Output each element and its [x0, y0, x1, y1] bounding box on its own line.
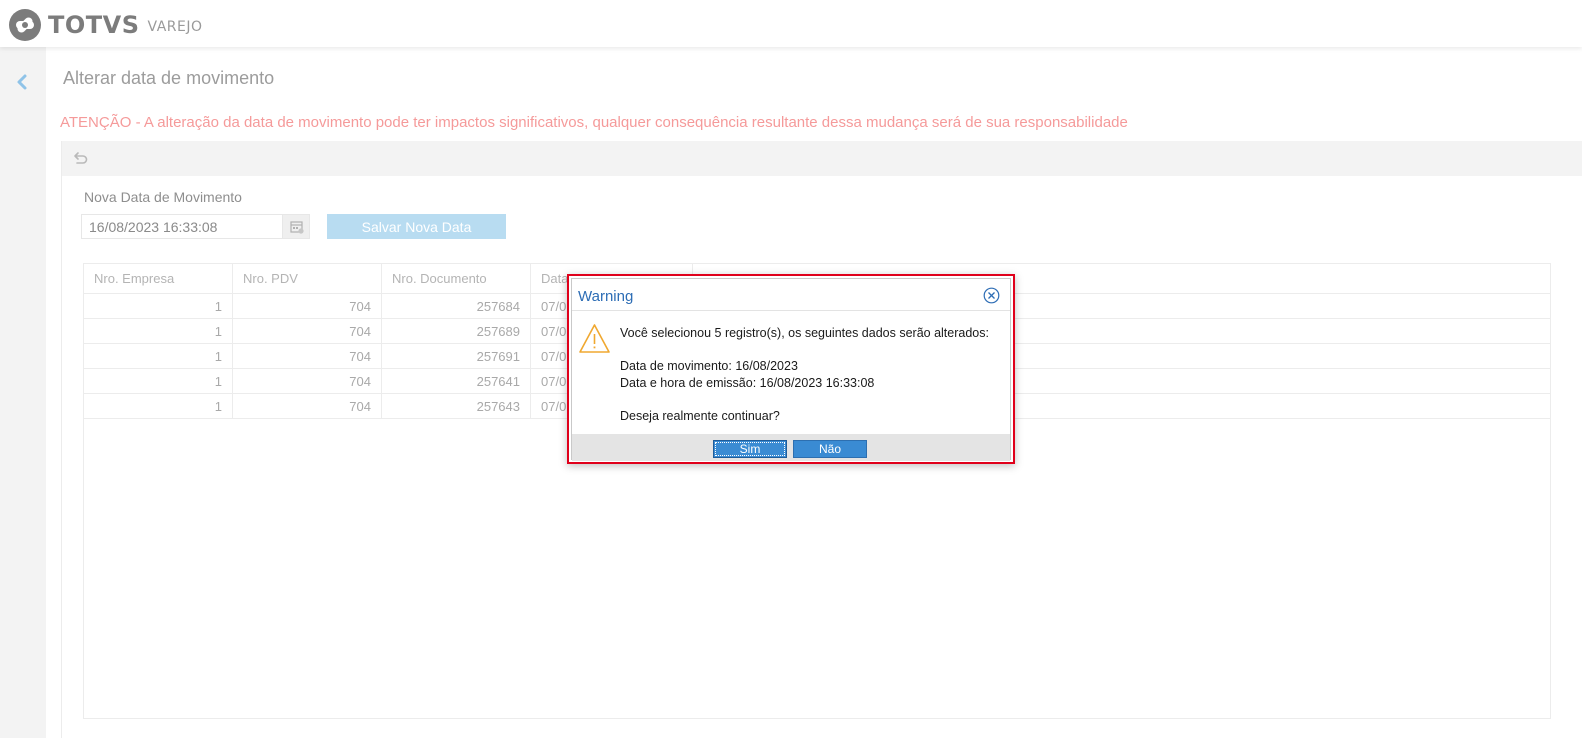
dialog-footer: Sim Não: [572, 434, 1010, 461]
cell-empresa: 1: [84, 294, 233, 319]
warning-dialog: Warning Você selecionou 5 registro(s), o…: [567, 274, 1015, 464]
date-input[interactable]: [81, 214, 282, 239]
cell-documento: 257689: [382, 319, 531, 344]
warning-message: ATENÇÃO - A alteração da data de movimen…: [60, 114, 1128, 131]
cell-empresa: 1: [84, 394, 233, 419]
cell-empresa: 1: [84, 344, 233, 369]
totvs-logo[interactable]: TOTVS VAREJO: [8, 8, 203, 42]
yes-button[interactable]: Sim: [713, 440, 787, 458]
dialog-message-line: Data de movimento: 16/08/2023: [620, 359, 798, 373]
dialog-body: Warning Você selecionou 5 registro(s), o…: [571, 278, 1011, 461]
save-new-date-button[interactable]: Salvar Nova Data: [327, 214, 506, 239]
left-rail: [0, 47, 46, 738]
cell-pdv: 704: [233, 294, 382, 319]
cell-documento: 257691: [382, 344, 531, 369]
dialog-message-line: Deseja realmente continuar?: [620, 409, 780, 423]
calendar-button[interactable]: [282, 214, 310, 239]
warning-icon: [579, 324, 610, 353]
cell-pdv: 704: [233, 369, 382, 394]
calendar-icon: [290, 221, 304, 234]
cell-documento: 257684: [382, 294, 531, 319]
dialog-message-line: Você selecionou 5 registro(s), os seguin…: [620, 326, 989, 340]
column-header-documento[interactable]: Nro. Documento: [382, 264, 531, 294]
column-header-pdv[interactable]: Nro. PDV: [233, 264, 382, 294]
back-chevron-icon[interactable]: [12, 72, 32, 92]
cell-pdv: 704: [233, 344, 382, 369]
date-field-label: Nova Data de Movimento: [84, 189, 242, 205]
top-header: TOTVS VAREJO: [0, 0, 1582, 47]
cell-documento: 257641: [382, 369, 531, 394]
dialog-message-line: Data e hora de emissão: 16/08/2023 16:33…: [620, 376, 875, 390]
no-button[interactable]: Não: [793, 440, 867, 458]
brand-name: TOTVS: [48, 11, 140, 39]
cell-documento: 257643: [382, 394, 531, 419]
page-title: Alterar data de movimento: [63, 68, 275, 88]
cell-pdv: 704: [233, 319, 382, 344]
cell-pdv: 704: [233, 394, 382, 419]
product-name: VAREJO: [147, 19, 203, 35]
column-header-empresa[interactable]: Nro. Empresa: [84, 264, 233, 294]
dialog-title: Warning: [578, 288, 634, 305]
cell-empresa: 1: [84, 319, 233, 344]
undo-icon[interactable]: [73, 150, 89, 166]
panel-toolbar: [62, 141, 1582, 176]
dialog-title-bar: Warning: [572, 279, 1010, 311]
close-icon[interactable]: [983, 287, 1000, 304]
cell-empresa: 1: [84, 369, 233, 394]
totvs-logo-icon: [9, 9, 41, 41]
